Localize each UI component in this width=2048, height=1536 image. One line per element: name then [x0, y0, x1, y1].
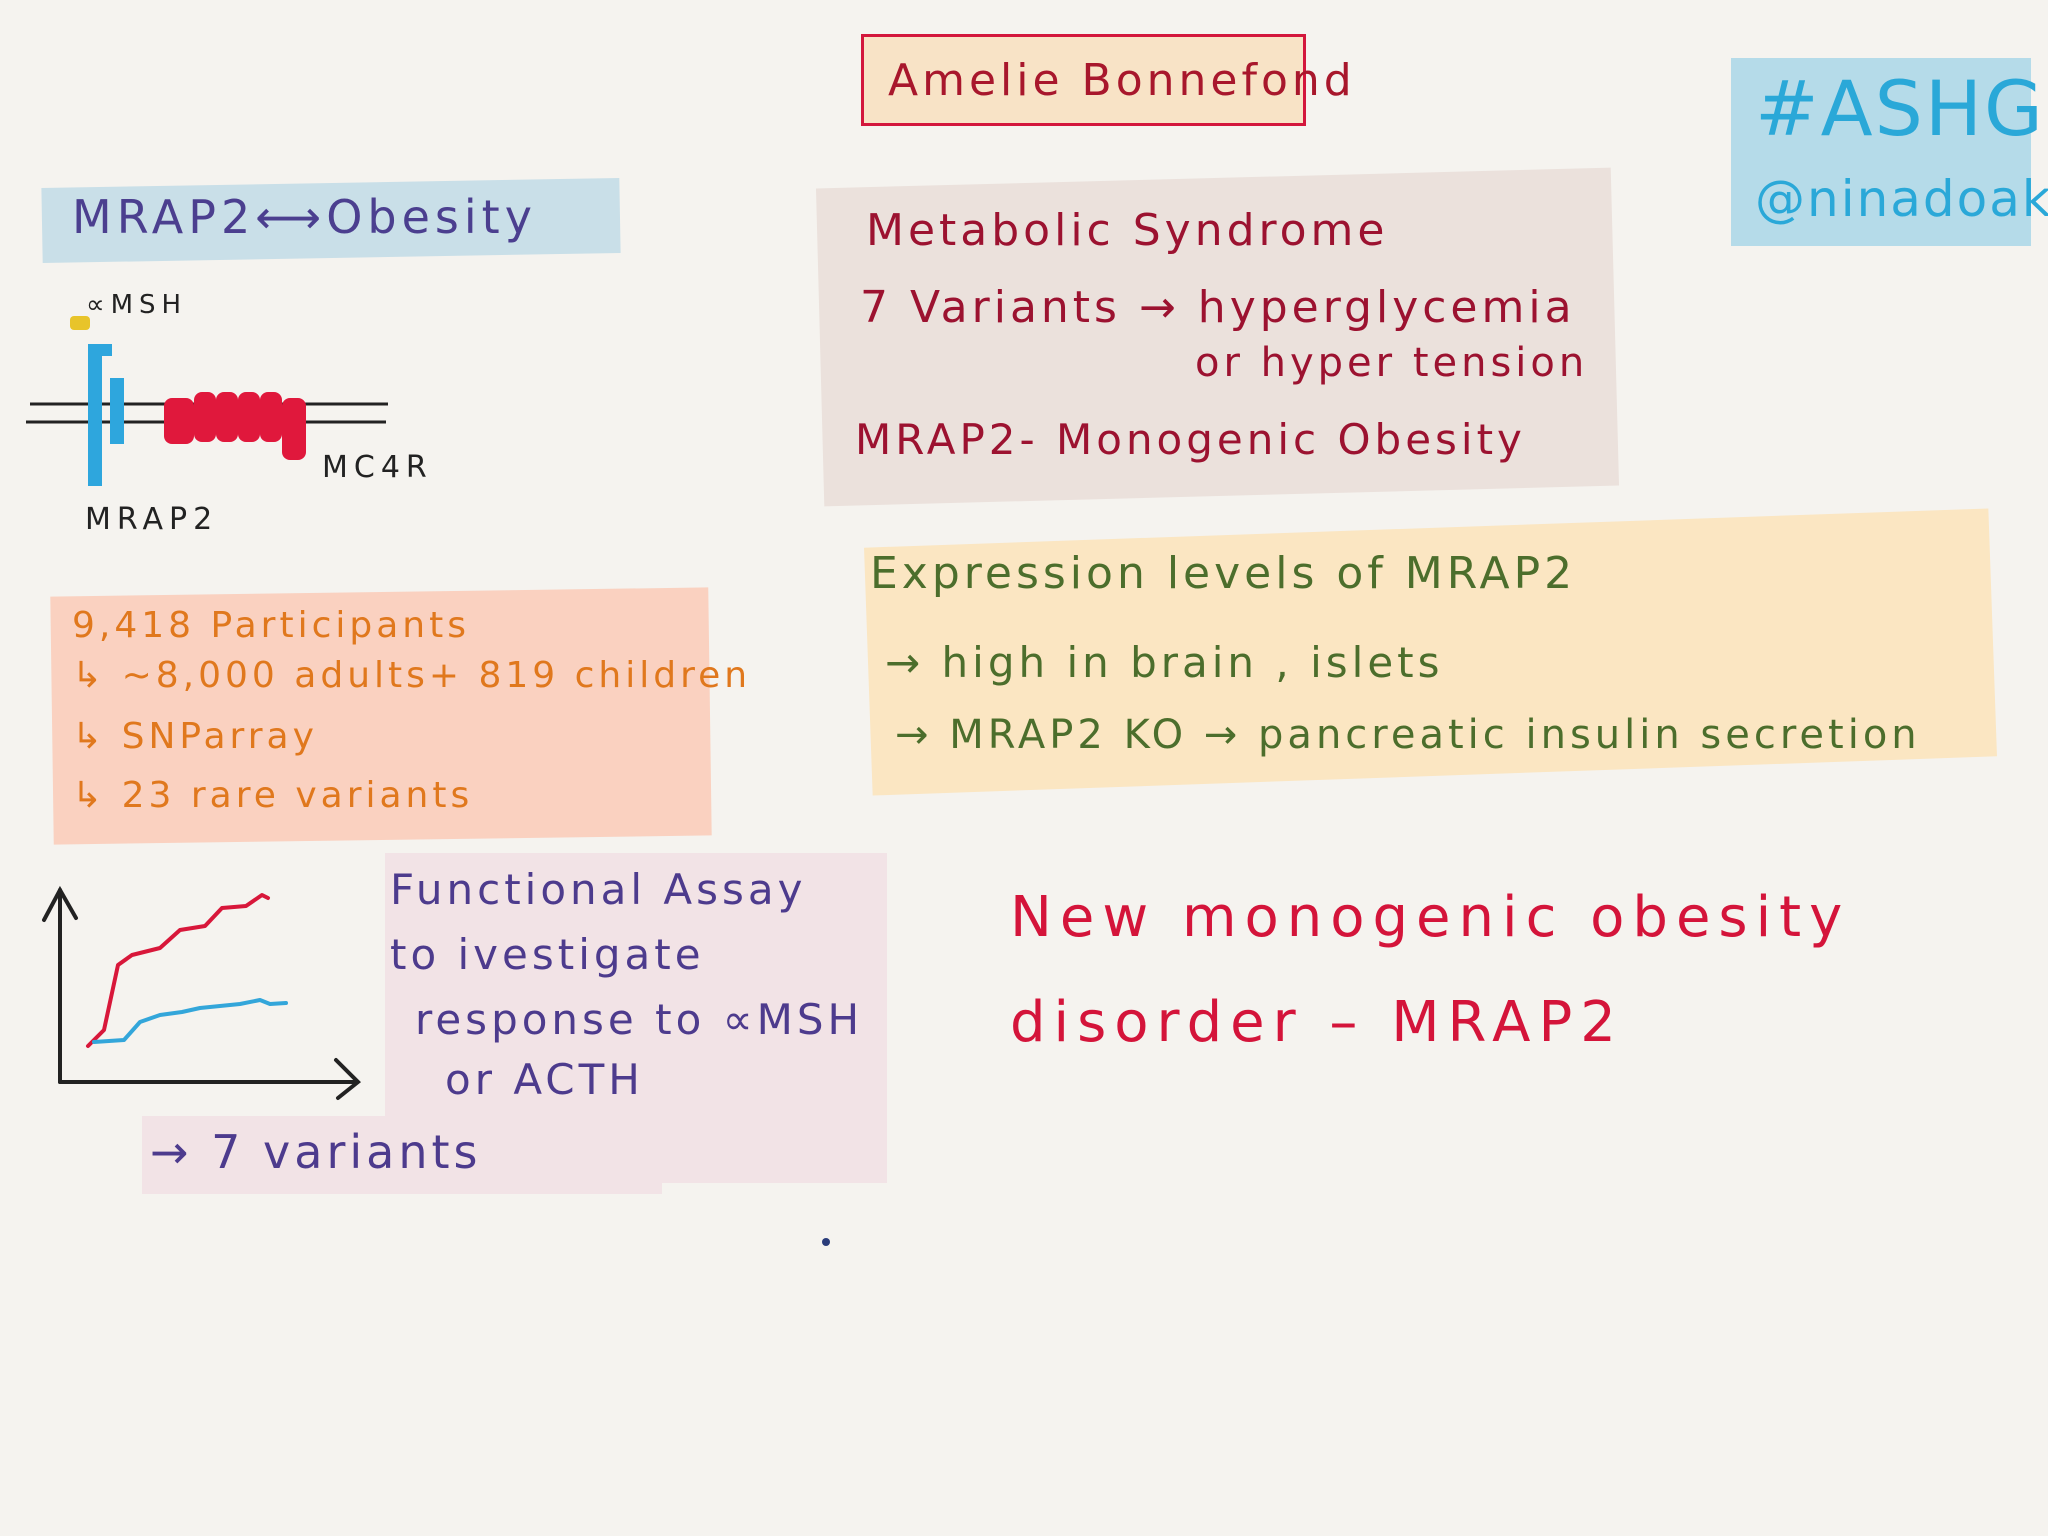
- participants-snparray: ↳ SNParray: [72, 716, 318, 757]
- participants-breakdown: ↳ ~8,000 adults+ 819 children: [72, 655, 752, 696]
- mc4r-receptor: [164, 392, 306, 460]
- metabolic-heading: Metabolic Syndrome: [866, 205, 1389, 256]
- topic-title: MRAP2⟷Obesity: [72, 190, 537, 244]
- plot-series-group: [86, 893, 288, 1048]
- metabolic-monogenic: MRAP2- Monogenic Obesity: [855, 415, 1526, 464]
- plot-axes: [42, 885, 361, 1100]
- stray-dot: [822, 1238, 830, 1246]
- alpha-msh-label: ∝MSH: [86, 290, 188, 320]
- functional-line-3: response to ∝MSH: [415, 995, 864, 1044]
- metabolic-hypertension: or hyper tension: [1195, 340, 1589, 386]
- plot-curve-2: [92, 998, 288, 1044]
- mrap2-label: MRAP2: [85, 502, 219, 537]
- plot-curve-1: [86, 893, 270, 1048]
- participants-rare-variants: ↳ 23 rare variants: [72, 775, 474, 816]
- expression-tissues: → high in brain , islets: [885, 638, 1444, 687]
- twitter-handle: @ninadoak: [1755, 170, 2048, 228]
- mrap2-protein-tail: [110, 378, 124, 444]
- functional-line-2: to ivestigate: [390, 930, 705, 979]
- functional-line-4: or ACTH: [445, 1055, 644, 1104]
- expression-knockout: → MRAP2 KO → pancreatic insulin secretio…: [895, 712, 1921, 758]
- speaker-name: Amelie Bonnefond: [888, 55, 1356, 106]
- conclusion-line-2: disorder – MRAP2: [1010, 990, 1624, 1055]
- mc4r-label: MC4R: [322, 450, 433, 485]
- participants-count: 9,418 Participants: [72, 605, 470, 646]
- mrap2-protein: [88, 344, 102, 486]
- hashtag: #ASHG19: [1755, 64, 2048, 153]
- metabolic-variants: 7 Variants → hyperglycemia: [860, 282, 1576, 333]
- conclusion-line-1: New monogenic obesity: [1010, 885, 1851, 950]
- expression-heading: Expression levels of MRAP2: [870, 548, 1577, 599]
- functional-result: → 7 variants: [150, 1125, 482, 1179]
- mrap2-protein-cap: [88, 344, 112, 356]
- functional-heading: Functional Assay: [390, 865, 807, 914]
